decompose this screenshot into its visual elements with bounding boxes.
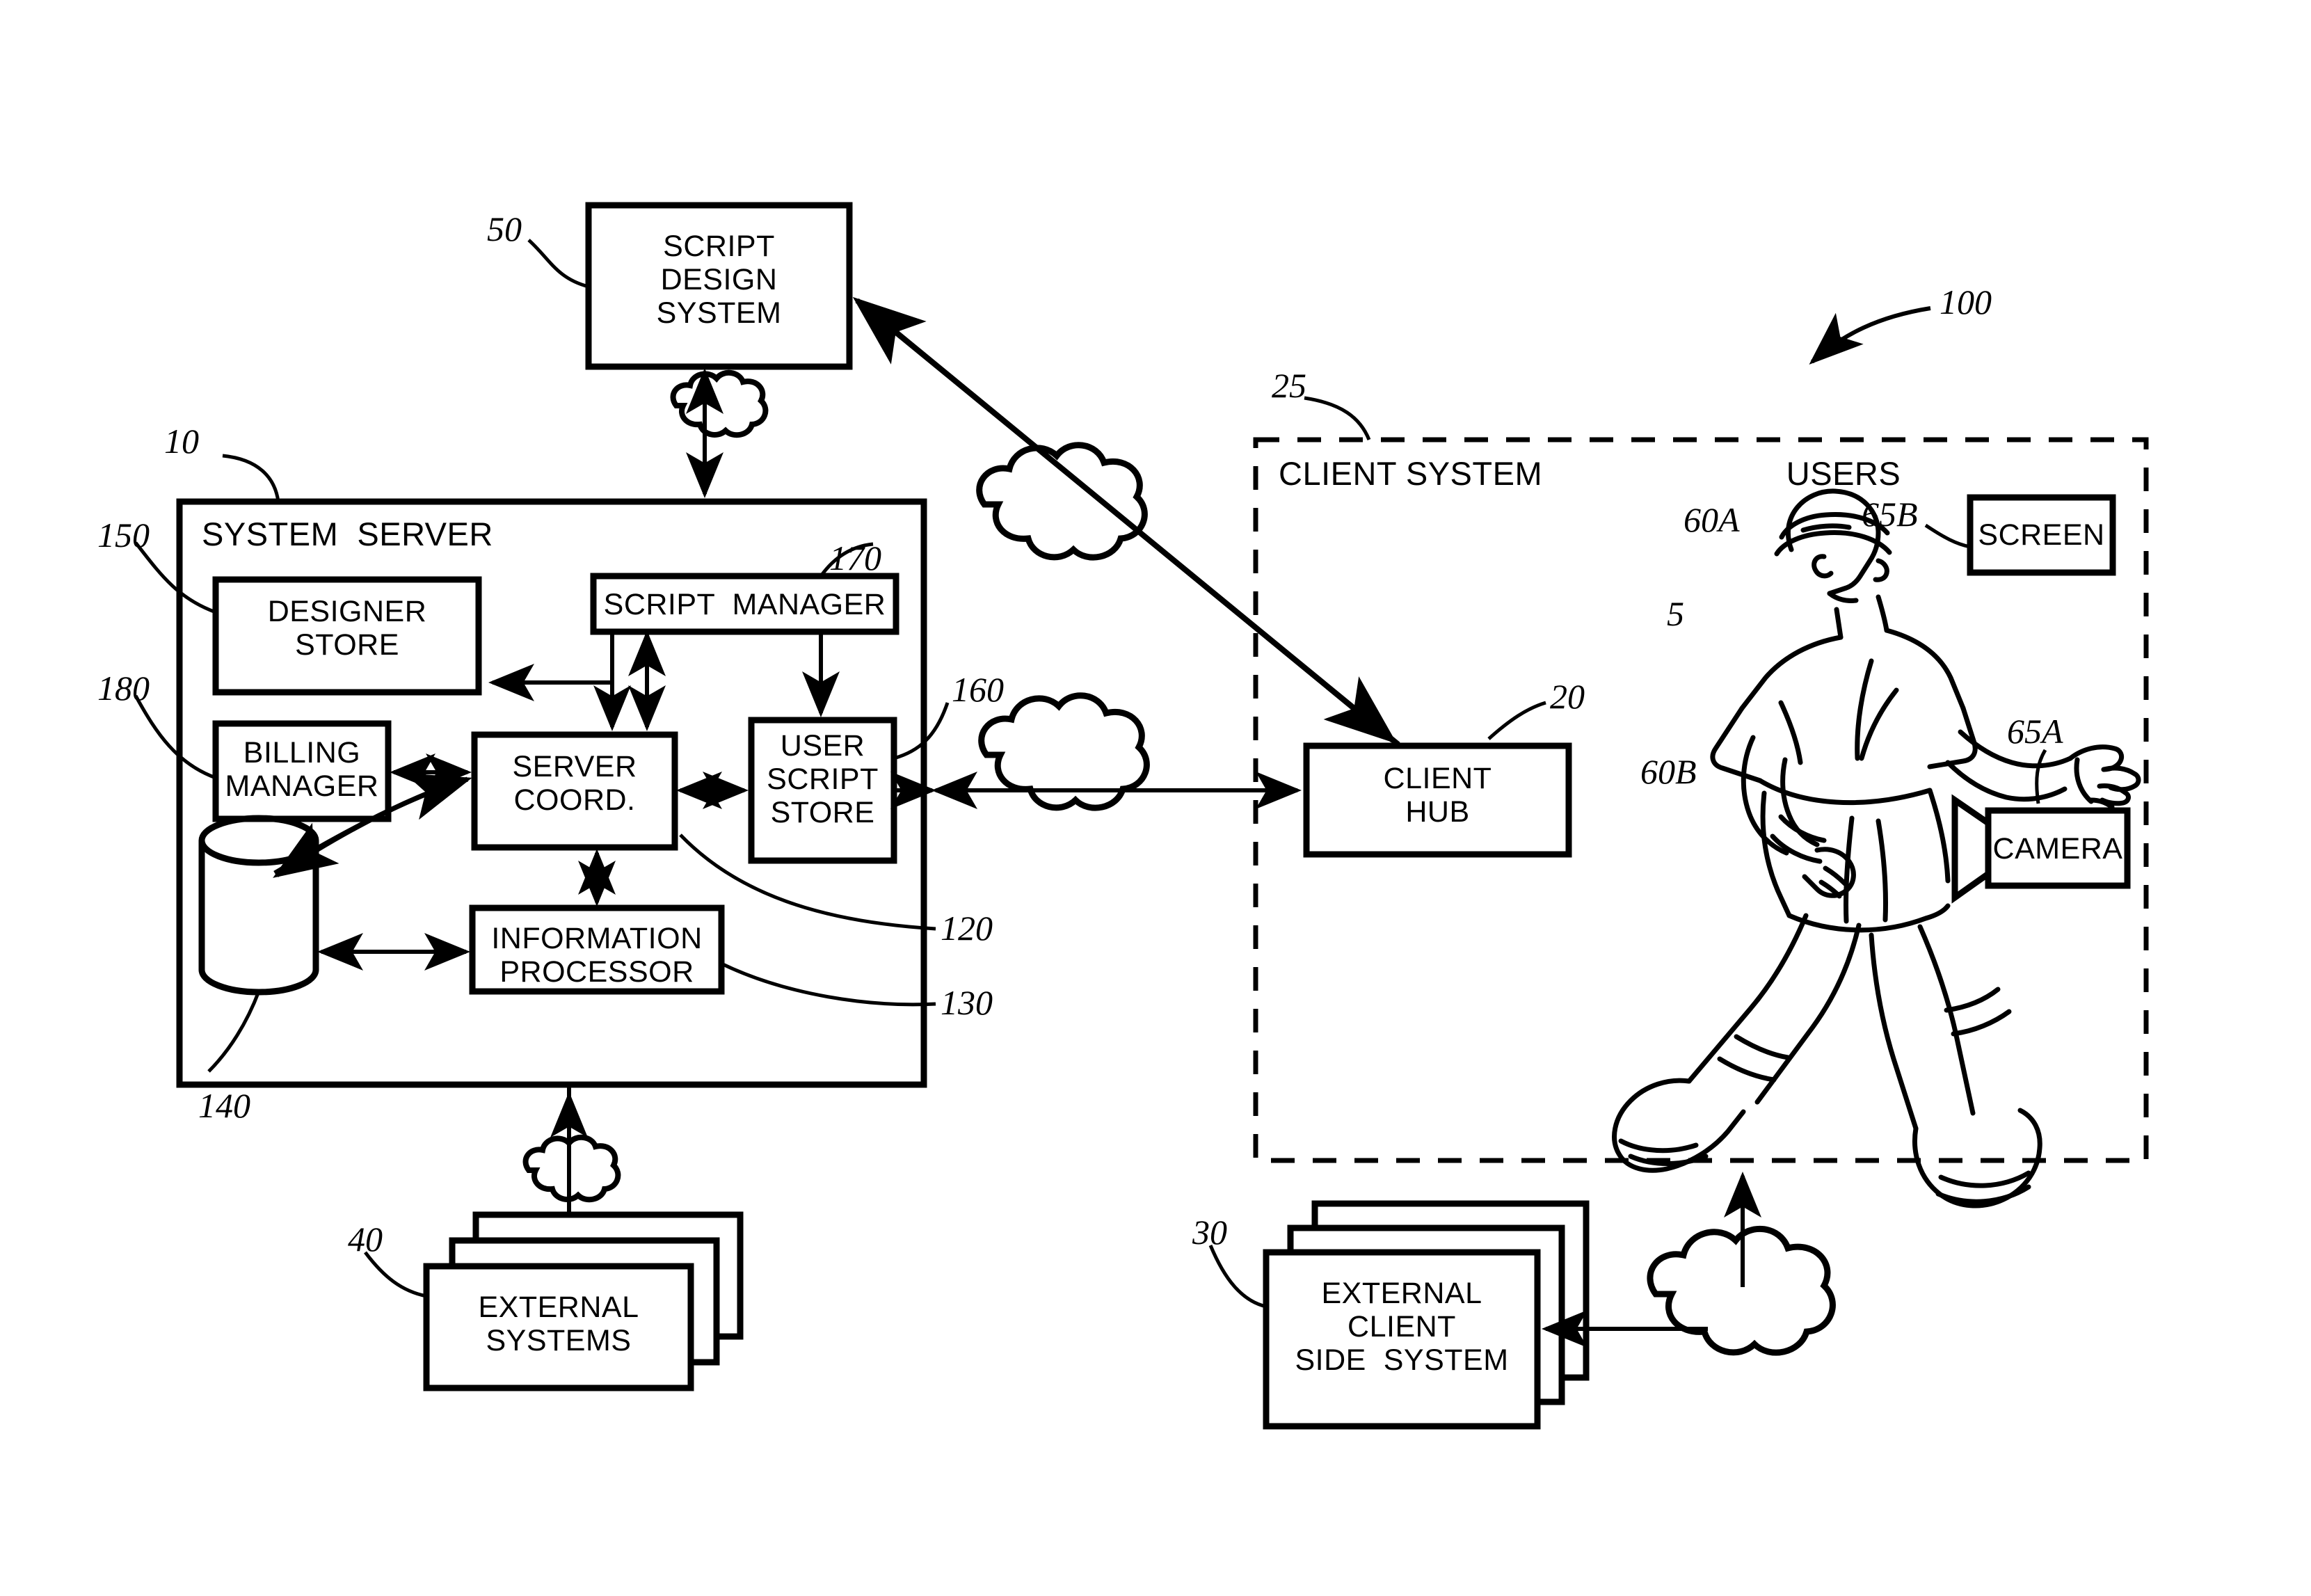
leader-140	[207, 991, 261, 1073]
leader-10	[222, 454, 280, 502]
diagram-canvas	[134, 202, 2149, 1430]
leader-50	[527, 239, 589, 289]
leader-65B	[1924, 523, 1971, 549]
leader-30	[1208, 1245, 1267, 1309]
ref-20: 20	[1550, 677, 1585, 716]
ref-100: 100	[1940, 282, 1992, 321]
ref-150: 150	[97, 516, 150, 554]
server-coord-box	[471, 731, 678, 851]
cloud-upper-network	[976, 442, 1148, 561]
information-processor-box	[469, 904, 725, 995]
ref-10: 10	[164, 422, 199, 461]
ref-170: 170	[829, 538, 881, 577]
billing-manager-box	[212, 720, 392, 822]
arrow-script-design-to-client	[861, 302, 1398, 744]
screen-box	[1967, 494, 2116, 576]
leader-100	[1809, 306, 1931, 365]
external-client-side-system-box	[1263, 1249, 1541, 1430]
ref-50: 50	[487, 209, 522, 248]
cloud-external-systems	[522, 1134, 621, 1203]
user-script-store-box	[748, 717, 897, 864]
patent-figure: SCRIPT DESIGN SYSTEM 50 SYSTEM SERVER 10…	[0, 0, 2311, 1596]
ref-60B: 60B	[1640, 752, 1697, 791]
database-cylinder	[198, 815, 319, 996]
system-server-box	[176, 498, 927, 1088]
camera-box	[1985, 807, 2131, 889]
leader-20	[1487, 701, 1546, 740]
leader-25	[1304, 396, 1371, 440]
ref-30: 30	[1192, 1213, 1227, 1252]
camera-lens-icon	[1951, 794, 1992, 904]
arrow-scriptmgr-to-designerstore	[488, 632, 614, 701]
ref-60A: 60A	[1684, 500, 1740, 539]
external-systems-box	[423, 1263, 694, 1391]
designer-store-box	[212, 576, 482, 696]
user-runner-figure	[1612, 488, 2141, 1208]
ref-65B: 65B	[1862, 495, 1918, 534]
ref-160: 160	[952, 670, 1004, 709]
ref-140: 140	[198, 1086, 250, 1125]
cloud-script-design	[670, 369, 769, 438]
client-hub-box	[1303, 742, 1572, 858]
ref-40: 40	[348, 1220, 383, 1259]
ref-180: 180	[97, 669, 150, 708]
leader-130	[720, 961, 936, 1007]
ref-25: 25	[1272, 366, 1306, 405]
ref-130: 130	[941, 983, 993, 1022]
ref-120: 120	[941, 909, 993, 948]
ref-65A: 65A	[2007, 712, 2063, 751]
script-design-system-box	[585, 202, 853, 370]
script-manager-box	[590, 573, 899, 635]
ref-5: 5	[1667, 594, 1684, 633]
